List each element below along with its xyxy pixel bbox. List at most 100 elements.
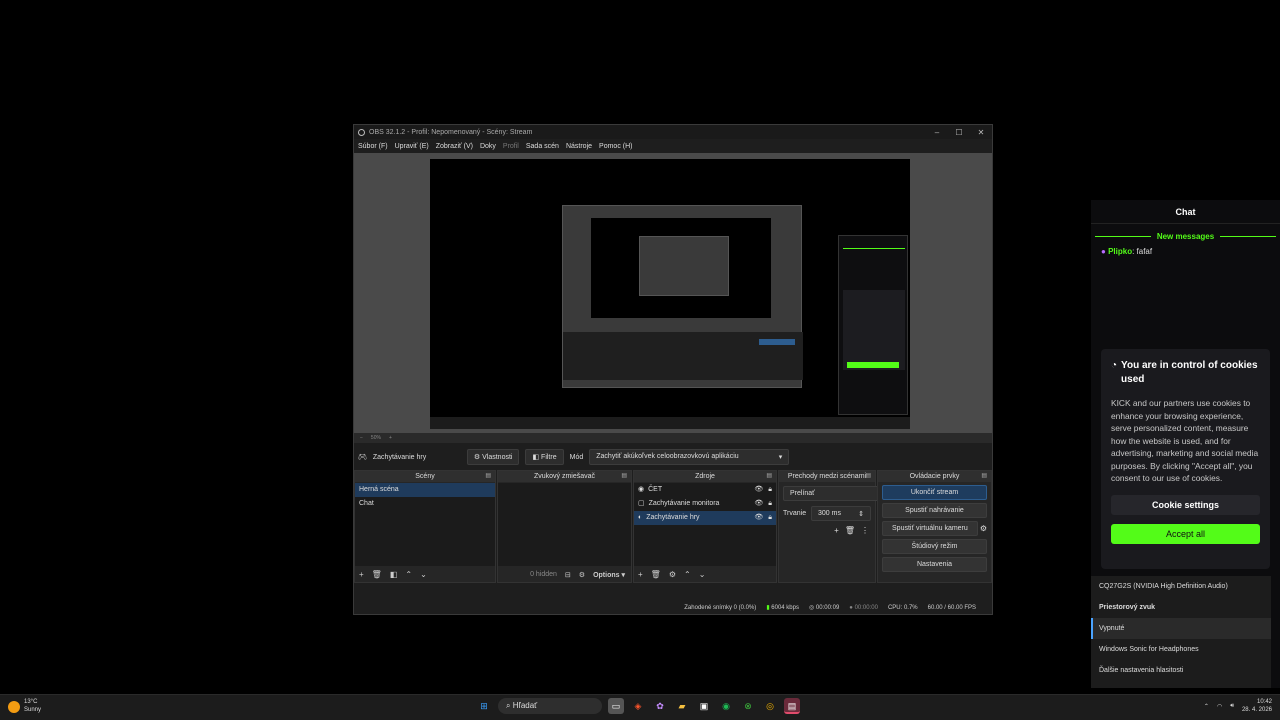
maximize-icon[interactable]: ☐ — [948, 128, 970, 137]
mixer-title: Zvukový zmiešavač — [533, 473, 596, 480]
eye-icon[interactable]: 👁︎ — [754, 483, 763, 497]
stream-preview[interactable] — [430, 159, 910, 429]
brave-icon[interactable]: ◈ — [630, 698, 646, 714]
source-item[interactable]: ◐ Zachytávanie hry 👁︎ 🔒︎ — [634, 511, 776, 525]
source-item[interactable]: ◉ ČET 👁︎ 🔒︎ — [634, 483, 776, 497]
mixer-dock: Zvukový zmiešavač ▤ 0 hidden ⊟ ⚙ Options … — [497, 470, 632, 583]
volume-icon[interactable]: 🔊︎ — [1230, 703, 1234, 710]
trash-icon[interactable]: 🗑︎ — [651, 570, 661, 579]
settings-button[interactable]: Nastavenia — [882, 557, 987, 572]
lock-icon[interactable]: 🔒︎ — [768, 483, 772, 497]
clock[interactable]: 10:42 28. 4. 2026 — [1242, 698, 1272, 714]
stop-stream-button[interactable]: Ukončiť stream — [882, 485, 987, 500]
new-messages-divider: New messages — [1091, 232, 1280, 241]
settings-icon[interactable]: ⚙ — [579, 571, 585, 579]
windows-sonic-option[interactable]: Windows Sonic for Headphones — [1091, 639, 1271, 660]
menu-scene-collection[interactable]: Sada scén — [526, 143, 559, 150]
close-icon[interactable]: ✕ — [970, 128, 992, 137]
chrome-icon[interactable]: ◎ — [762, 698, 778, 714]
add-icon[interactable]: + — [359, 570, 364, 579]
menu-edit[interactable]: Upraviť (E) — [395, 143, 429, 150]
transitions-title: Prechody medzi scénami — [787, 473, 867, 480]
trash-icon[interactable]: 🗑︎ — [845, 526, 855, 535]
accept-all-button[interactable]: Accept all — [1111, 523, 1260, 544]
record-icon: ● — [849, 604, 853, 611]
menu-file[interactable]: Súbor (F) — [358, 143, 388, 150]
taskbar-apps: ⊞ ⌕ Hľadať ▭ ◈ ✿ ▰ ▣ ◉ ⊗ ◎ ▤ — [476, 698, 800, 714]
chevron-up-icon[interactable]: ⌃ — [1204, 703, 1209, 710]
store-icon[interactable]: ▣ — [696, 698, 712, 714]
more-volume-settings[interactable]: Ďalšie nastavenia hlasitosti — [1091, 660, 1271, 681]
file-explorer-icon[interactable]: ▭ — [608, 698, 624, 714]
zoom-out-icon[interactable]: − — [360, 435, 363, 441]
properties-button[interactable]: ⚙ Vlastnosti — [466, 449, 520, 465]
signal-icon: ▮ — [766, 605, 770, 611]
weather-widget[interactable]: 13°C Sunny — [8, 698, 41, 714]
dock-menu-icon[interactable]: ▤ — [981, 471, 987, 482]
menu-profile[interactable]: Profil — [503, 143, 519, 150]
filter-icon[interactable]: ◧ — [390, 570, 398, 579]
stream-icon: ◎ — [809, 605, 815, 611]
system-tray: ⌃ ◠ 🔊︎ 10:42 28. 4. 2026 — [1204, 698, 1272, 714]
lock-icon[interactable]: 🔒︎ — [768, 511, 772, 525]
preview-area — [354, 153, 992, 435]
source-item[interactable]: ▢ Zachytávanie monitora 👁︎ 🔒︎ — [634, 497, 776, 511]
dock-menu-icon[interactable]: ▤ — [766, 471, 772, 482]
zoom-in-icon[interactable]: + — [389, 435, 392, 441]
obs-taskbar-icon[interactable]: ▤ — [784, 698, 800, 714]
filters-button[interactable]: ◧ Filtre — [525, 449, 564, 465]
add-icon[interactable]: + — [834, 526, 839, 535]
scene-item[interactable]: Chat — [355, 497, 495, 511]
gamepad-icon: ◐ — [638, 514, 643, 521]
mixer-options-button[interactable]: Options ▾ — [593, 571, 625, 579]
eye-icon[interactable]: 👁︎ — [754, 511, 763, 525]
duration-stepper[interactable]: 300 ms ⇕ — [811, 506, 871, 521]
wifi-icon[interactable]: ◠ — [1217, 703, 1222, 710]
bitrate: ▮ 6004 kbps — [766, 605, 799, 611]
studio-mode-button[interactable]: Štúdiový režim — [882, 539, 987, 554]
search-box[interactable]: ⌕ Hľadať — [498, 698, 602, 714]
folder-icon[interactable]: ▰ — [674, 698, 690, 714]
trash-icon[interactable]: 🗑︎ — [372, 570, 382, 579]
layout-icon[interactable]: ⊟ — [565, 571, 571, 579]
spotify-icon[interactable]: ◉ — [718, 698, 734, 714]
move-up-icon[interactable]: ⌃ — [684, 570, 691, 579]
cookie-settings-button[interactable]: Cookie settings — [1111, 494, 1260, 515]
spatial-off-option[interactable]: Vypnuté — [1091, 618, 1271, 639]
scenes-title: Scény — [415, 473, 435, 480]
gear-icon[interactable]: ⚙ — [669, 570, 676, 579]
zoom-bar: − 50% + — [354, 433, 992, 443]
controls-title: Ovládacie prvky — [909, 473, 960, 480]
dock-menu-icon[interactable]: ▤ — [621, 471, 627, 482]
dock-menu-icon[interactable]: ▤ — [485, 471, 491, 482]
menu-view[interactable]: Zobraziť (V) — [436, 143, 473, 150]
copilot-icon[interactable]: ✿ — [652, 698, 668, 714]
xbox-icon[interactable]: ⊗ — [740, 698, 756, 714]
zoom-level: 50% — [370, 435, 381, 441]
gear-icon[interactable]: ⚙ — [980, 524, 987, 533]
more-icon[interactable]: ⋮ — [861, 526, 869, 535]
chat-username[interactable]: Plipko — [1108, 247, 1132, 256]
source-label: Zachytávanie hry — [646, 514, 700, 521]
add-icon[interactable]: + — [638, 570, 643, 579]
scene-item[interactable]: Herná scéna — [355, 483, 495, 497]
menu-help[interactable]: Pomoc (H) — [599, 143, 632, 150]
start-virtual-camera-button[interactable]: Spustiť virtuálnu kameru — [882, 521, 978, 536]
menu-docks[interactable]: Doky — [480, 143, 496, 150]
audio-device[interactable]: CQ27G2S (NVIDIA High Definition Audio) — [1091, 576, 1271, 597]
minimize-icon[interactable]: – — [926, 128, 948, 137]
eye-icon[interactable]: 👁︎ — [754, 497, 763, 511]
menubar: Súbor (F) Upraviť (E) Zobraziť (V) Doky … — [354, 139, 992, 153]
move-up-icon[interactable]: ⌃ — [405, 570, 412, 579]
move-down-icon[interactable]: ⌄ — [420, 570, 427, 579]
dock-menu-icon[interactable]: ▤ — [865, 471, 871, 482]
cookie-body: KICK and our partners use cookies to enh… — [1111, 398, 1259, 483]
start-recording-button[interactable]: Spustiť nahrávanie — [882, 503, 987, 518]
duration-label: Trvanie — [783, 510, 807, 517]
menu-tools[interactable]: Nástroje — [566, 143, 592, 150]
start-icon[interactable]: ⊞ — [476, 698, 492, 714]
fps: 60.00 / 60.00 FPS — [927, 604, 976, 611]
lock-icon[interactable]: 🔒︎ — [768, 497, 772, 511]
move-down-icon[interactable]: ⌄ — [699, 570, 706, 579]
capture-mode-select[interactable]: Zachytiť akúkoľvek celoobrazovkovú aplik… — [589, 449, 790, 465]
